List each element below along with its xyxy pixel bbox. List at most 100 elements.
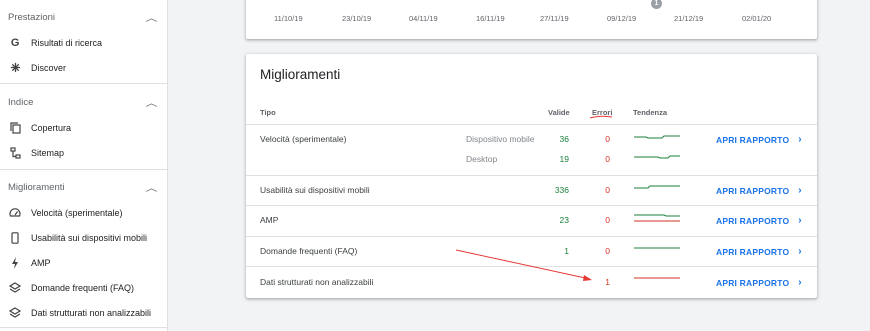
- sidebar-section-header[interactable]: Indice ︿: [0, 89, 168, 115]
- sidebar-item-dati-strutturati[interactable]: Dati strutturati non analizzabili: [0, 300, 168, 325]
- row-error-count: 0: [605, 154, 610, 164]
- chevron-right-icon: ›: [798, 246, 802, 257]
- table-divider: [246, 175, 817, 176]
- chevron-up-icon[interactable]: ︿: [146, 181, 158, 194]
- open-report-label: APRI RAPPORTO: [716, 246, 790, 257]
- asterisk-icon: [9, 62, 21, 74]
- sidebar-item-label: Sitemap: [31, 147, 65, 158]
- sidebar-section-prestazioni: Prestazioni ︿ G Risultati di ricerca Dis…: [0, 4, 168, 80]
- chevron-up-icon[interactable]: ︿: [146, 96, 158, 109]
- chevron-right-icon: ›: [798, 277, 802, 288]
- sidebar-item-velocita[interactable]: Velocità (sperimentale): [0, 200, 168, 225]
- sidebar-section-title: Indice: [8, 96, 34, 108]
- row-device: Dispositivo mobile: [466, 134, 535, 144]
- sidebar-section-title: Prestazioni: [8, 11, 55, 23]
- row-error-count: 0: [605, 134, 610, 144]
- chevron-right-icon: ›: [798, 215, 802, 226]
- sidebar-section-header[interactable]: Prestazioni ︿: [0, 4, 168, 30]
- open-report-label: APRI RAPPORTO: [716, 215, 790, 226]
- sidebar-item-label: Dati strutturati non analizzabili: [31, 307, 152, 318]
- enhancements-card: Miglioramenti Tipo Valide Errori Tendenz…: [246, 54, 817, 298]
- row-error-count: 1: [605, 277, 610, 287]
- open-report-label: APRI RAPPORTO: [716, 185, 790, 196]
- trend-sparkline: [634, 155, 680, 159]
- open-report-link[interactable]: APRI RAPPORTO ›: [716, 277, 802, 288]
- open-report-label: APRI RAPPORTO: [716, 134, 790, 145]
- sidebar-item-label: Domande frequenti (FAQ): [31, 282, 135, 293]
- x-axis-tick: 04/11/19: [409, 14, 438, 23]
- sidebar-item-label: Usabilità sui dispositivi mobili: [31, 232, 148, 243]
- chevron-right-icon: ›: [798, 185, 802, 196]
- sidebar: Prestazioni ︿ G Risultati di ricerca Dis…: [0, 0, 168, 331]
- sidebar-item-risultati-di-ricerca[interactable]: G Risultati di ricerca: [0, 30, 168, 55]
- sidebar-divider: [0, 327, 168, 328]
- x-axis-tick: 09/12/19: [607, 14, 637, 23]
- sidebar-section-miglioramenti: Miglioramenti ︿ Velocità (sperimentale) …: [0, 174, 168, 325]
- x-axis-tick: 23/10/19: [342, 14, 372, 23]
- google-icon: G: [9, 37, 21, 49]
- sidebar-item-amp[interactable]: AMP: [0, 250, 168, 275]
- open-report-link[interactable]: APRI RAPPORTO ›: [716, 246, 802, 257]
- sidebar-item-label: Discover: [31, 62, 67, 73]
- sidebar-item-usabilita-mobile[interactable]: Usabilità sui dispositivi mobili: [0, 225, 168, 250]
- row-valid-count: 19: [559, 154, 569, 164]
- sidebar-item-label: Copertura: [31, 122, 72, 133]
- x-axis-tick: 21/12/19: [674, 14, 704, 23]
- trend-sparkline: [634, 214, 680, 222]
- table-divider: [246, 205, 817, 206]
- sidebar-item-copertura[interactable]: Copertura: [0, 115, 168, 140]
- row-valid-count: 23: [559, 215, 569, 225]
- row-valid-count: 36: [559, 134, 569, 144]
- sidebar-divider: [0, 83, 168, 84]
- speedometer-icon: [9, 207, 21, 219]
- row-type: Dati strutturati non analizzabili: [260, 277, 374, 287]
- column-header-errors[interactable]: Errori: [592, 108, 612, 117]
- table-divider: [246, 236, 817, 237]
- sidebar-section-header[interactable]: Miglioramenti ︿: [0, 174, 168, 200]
- x-axis-tick: 11/10/19: [274, 14, 303, 23]
- chevron-up-icon[interactable]: ︿: [146, 11, 158, 24]
- column-header-valid[interactable]: Valide: [548, 108, 570, 117]
- copy-icon: [9, 121, 21, 134]
- chevron-right-icon: ›: [798, 134, 802, 145]
- row-error-count: 0: [605, 246, 610, 256]
- row-valid-count: 336: [554, 185, 569, 195]
- sidebar-item-sitemap[interactable]: Sitemap: [0, 140, 168, 165]
- card-title: Miglioramenti: [260, 67, 341, 82]
- sidebar-item-faq[interactable]: Domande frequenti (FAQ): [0, 275, 168, 300]
- row-error-count: 0: [605, 215, 610, 225]
- row-error-count: 0: [605, 185, 610, 195]
- open-report-link[interactable]: APRI RAPPORTO ›: [716, 185, 802, 196]
- sidebar-item-label: Velocità (sperimentale): [31, 207, 123, 218]
- x-axis-tick: 16/11/19: [476, 14, 505, 23]
- sidebar-divider: [0, 169, 168, 170]
- x-axis-tick: 27/11/19: [540, 14, 569, 23]
- row-valid-count: 1: [564, 246, 569, 256]
- row-type: Usabilità sui dispositivi mobili: [260, 185, 370, 195]
- sidebar-section-indice: Indice ︿ Copertura Sitemap: [0, 89, 168, 165]
- open-report-link[interactable]: APRI RAPPORTO ›: [716, 215, 802, 226]
- sidebar-item-label: AMP: [31, 257, 51, 268]
- sidebar-item-discover[interactable]: Discover: [0, 55, 168, 80]
- table-divider: [246, 124, 817, 125]
- column-header-trend: Tendenza: [633, 108, 668, 117]
- row-type: AMP: [260, 215, 279, 225]
- sitemap-icon: [9, 146, 21, 159]
- open-report-label: APRI RAPPORTO: [716, 277, 790, 288]
- trend-sparkline: [634, 277, 680, 279]
- lightning-icon: [9, 256, 21, 269]
- svg-text:G: G: [10, 37, 19, 48]
- trend-sparkline: [634, 185, 680, 189]
- column-header-type: Tipo: [260, 108, 276, 117]
- row-type: Velocità (sperimentale): [260, 134, 347, 144]
- trend-sparkline: [634, 247, 680, 249]
- sidebar-section-title: Miglioramenti: [8, 181, 65, 193]
- row-device: Desktop: [466, 154, 498, 164]
- layers-icon: [9, 306, 21, 319]
- chart-card: 11/10/19 23/10/19 04/11/19 16/11/19 27/1…: [246, 0, 817, 39]
- row-type: Domande frequenti (FAQ): [260, 246, 358, 256]
- table-divider: [246, 266, 817, 267]
- open-report-link[interactable]: APRI RAPPORTO ›: [716, 134, 802, 145]
- trend-sparkline: [634, 135, 680, 139]
- sidebar-item-label: Risultati di ricerca: [31, 37, 103, 48]
